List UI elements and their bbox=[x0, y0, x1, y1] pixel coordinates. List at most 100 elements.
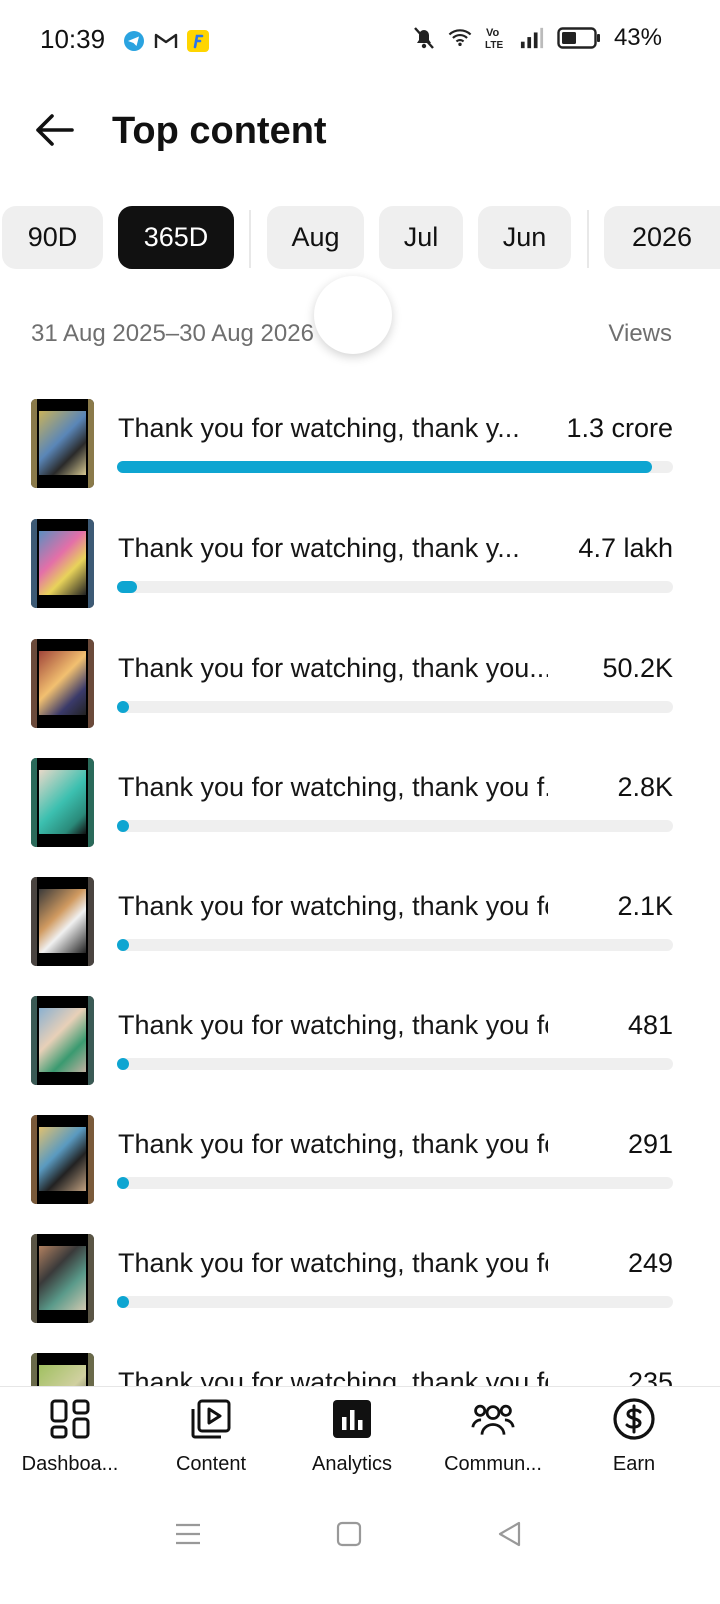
page-title: Top content bbox=[112, 110, 327, 152]
nav-content[interactable]: Content bbox=[141, 1397, 281, 1487]
menu-icon bbox=[176, 1523, 200, 1545]
progress-fill bbox=[117, 1296, 129, 1308]
home-button[interactable] bbox=[329, 1514, 369, 1554]
gmail-icon bbox=[154, 29, 178, 53]
volte-icon: Vo LTE bbox=[484, 26, 508, 51]
list-item[interactable]: Thank you for watching, thank you... 50.… bbox=[0, 639, 720, 749]
item-title: Thank you for watching, thank you fo... bbox=[118, 1010, 548, 1040]
square-icon bbox=[336, 1521, 362, 1547]
dashboard-icon bbox=[48, 1397, 92, 1441]
progress-track bbox=[117, 820, 673, 832]
progress-track bbox=[117, 461, 673, 473]
back-button[interactable] bbox=[30, 106, 78, 154]
item-views: 291 bbox=[627, 1129, 673, 1159]
item-views: 2.8K bbox=[617, 772, 673, 802]
nav-label: Dashboa... bbox=[21, 1453, 119, 1475]
flipkart-icon bbox=[186, 29, 210, 53]
nav-dashboard[interactable]: Dashboa... bbox=[0, 1397, 140, 1487]
analytics-icon bbox=[330, 1397, 374, 1441]
item-views: 249 bbox=[627, 1248, 673, 1278]
nav-earn[interactable]: Earn bbox=[564, 1397, 704, 1487]
mute-icon bbox=[412, 26, 436, 50]
item-views: 2.1K bbox=[617, 891, 673, 921]
content-icon bbox=[189, 1397, 233, 1441]
list-item[interactable]: Thank you for watching, thank you fo... … bbox=[0, 1115, 720, 1225]
progress-fill bbox=[117, 820, 129, 832]
arrow-left-icon bbox=[36, 114, 74, 146]
bottom-nav: Dashboa... Content Analytics Commun... E… bbox=[0, 1386, 720, 1496]
chip-90d[interactable]: 90D bbox=[2, 206, 103, 269]
chip-jun[interactable]: Jun bbox=[478, 206, 571, 269]
progress-track bbox=[117, 701, 673, 713]
status-time: 10:39 bbox=[40, 24, 106, 54]
status-right: Vo LTE 43% bbox=[412, 24, 662, 52]
date-filter-chips: 90D 365D Aug Jul Jun 2026 bbox=[0, 206, 720, 270]
battery-icon bbox=[556, 26, 602, 50]
svg-text:LTE: LTE bbox=[485, 40, 503, 51]
status-left-icons bbox=[122, 29, 210, 53]
chip-divider bbox=[249, 210, 251, 268]
list-item[interactable]: Thank you for watching, thank you f... 2… bbox=[0, 758, 720, 868]
community-icon bbox=[471, 1397, 515, 1441]
back-nav-button[interactable] bbox=[489, 1514, 529, 1554]
triangle-back-icon bbox=[498, 1521, 521, 1547]
nav-community[interactable]: Commun... bbox=[423, 1397, 563, 1487]
video-thumbnail bbox=[31, 877, 94, 966]
item-title: Thank you for watching, thank you fo... bbox=[118, 891, 548, 921]
progress-fill bbox=[117, 1177, 129, 1189]
list-item[interactable]: Thank you for watching, thank y... 1.3 c… bbox=[0, 399, 720, 509]
nav-label: Earn bbox=[612, 1453, 656, 1475]
wifi-icon bbox=[448, 26, 472, 50]
earn-icon bbox=[612, 1397, 656, 1441]
item-title: Thank you for watching, thank y... bbox=[118, 533, 520, 563]
nav-label: Commun... bbox=[444, 1453, 542, 1475]
nav-label: Analytics bbox=[311, 1453, 393, 1475]
nav-analytics[interactable]: Analytics bbox=[282, 1397, 422, 1487]
progress-fill bbox=[117, 1058, 129, 1070]
video-thumbnail bbox=[31, 996, 94, 1085]
item-views: 4.7 lakh bbox=[578, 533, 673, 563]
item-views: 1.3 crore bbox=[566, 413, 673, 443]
list-item[interactable]: Thank you for watching, thank you fo... … bbox=[0, 996, 720, 1106]
progress-fill bbox=[117, 461, 652, 473]
video-thumbnail bbox=[31, 399, 94, 488]
progress-fill bbox=[117, 581, 137, 593]
recents-button[interactable] bbox=[168, 1514, 208, 1554]
video-thumbnail bbox=[31, 1115, 94, 1204]
progress-fill bbox=[117, 939, 129, 951]
chip-jul[interactable]: Jul bbox=[379, 206, 463, 269]
chip-aug[interactable]: Aug bbox=[267, 206, 364, 269]
video-thumbnail bbox=[31, 1234, 94, 1323]
list-item[interactable]: Thank you for watching, thank you fo... … bbox=[0, 1234, 720, 1344]
progress-track bbox=[117, 1296, 673, 1308]
svg-text:Vo: Vo bbox=[486, 27, 500, 39]
chip-divider bbox=[587, 210, 589, 268]
item-title: Thank you for watching, thank you f... bbox=[118, 772, 548, 802]
progress-track bbox=[117, 581, 673, 593]
metric-label: Views bbox=[608, 320, 672, 347]
system-nav bbox=[0, 1496, 720, 1604]
telegram-icon bbox=[122, 29, 146, 53]
signal-icon bbox=[520, 26, 544, 50]
item-views: 481 bbox=[627, 1010, 673, 1040]
progress-fill bbox=[117, 701, 129, 713]
loading-spinner bbox=[314, 276, 392, 354]
item-title: Thank you for watching, thank you fo... bbox=[118, 1129, 548, 1159]
progress-track bbox=[117, 1177, 673, 1189]
video-thumbnail bbox=[31, 758, 94, 847]
date-range: 31 Aug 2025–30 Aug 2026 bbox=[31, 320, 314, 347]
header: Top content bbox=[0, 96, 720, 166]
video-thumbnail bbox=[31, 519, 94, 608]
video-thumbnail bbox=[31, 639, 94, 728]
list-item[interactable]: Thank you for watching, thank y... 4.7 l… bbox=[0, 519, 720, 629]
item-title: Thank you for watching, thank you fo... bbox=[118, 1248, 548, 1278]
nav-label: Content bbox=[175, 1453, 247, 1475]
list-item[interactable]: Thank you for watching, thank you fo... … bbox=[0, 877, 720, 987]
item-views: 50.2K bbox=[602, 653, 673, 683]
progress-track bbox=[117, 939, 673, 951]
battery-percent: 43% bbox=[613, 24, 662, 51]
chip-2026[interactable]: 2026 bbox=[604, 206, 720, 269]
item-title: Thank you for watching, thank you... bbox=[118, 653, 548, 683]
progress-track bbox=[117, 1058, 673, 1070]
chip-365d[interactable]: 365D bbox=[118, 206, 234, 269]
